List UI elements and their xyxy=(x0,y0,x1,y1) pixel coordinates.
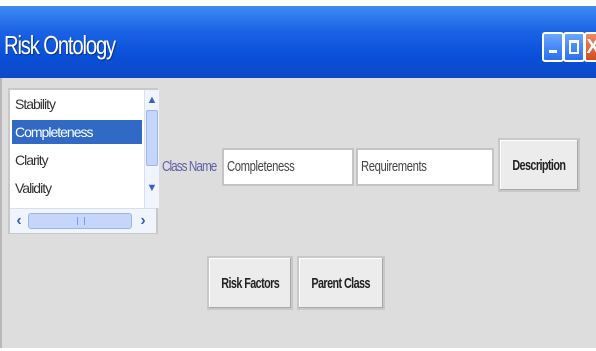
vertical-scrollbar[interactable]: ▲ ▼ xyxy=(144,90,159,208)
requirement-value: Requirements xyxy=(361,158,427,175)
risk-factors-button-label: Risk Factors xyxy=(221,274,279,292)
horizontal-scrollbar[interactable]: ‹ › xyxy=(10,208,156,233)
close-icon: X xyxy=(586,36,596,58)
vertical-scroll-thumb[interactable] xyxy=(146,110,158,166)
class-name-label: Class Name xyxy=(162,158,217,175)
description-button-label: Description xyxy=(512,156,566,174)
maximize-button[interactable] xyxy=(563,32,585,62)
class-name-value: Completeness xyxy=(227,158,295,175)
scroll-right-icon[interactable]: › xyxy=(136,211,150,231)
close-button[interactable]: X xyxy=(584,32,596,62)
minimize-icon xyxy=(544,34,562,60)
parent-class-button[interactable]: Parent Class xyxy=(297,256,385,310)
description-button[interactable]: Description xyxy=(498,138,580,192)
content-panel: Stability Completeness Clarity Validity … xyxy=(0,78,596,348)
list-item-selected[interactable]: Completeness xyxy=(12,120,142,144)
parent-class-button-label: Parent Class xyxy=(311,274,371,292)
class-name-field[interactable]: Completeness xyxy=(222,148,354,186)
requirement-field[interactable]: Requirements xyxy=(356,148,494,186)
scroll-left-icon[interactable]: ‹ xyxy=(12,211,26,231)
scroll-up-icon[interactable]: ▲ xyxy=(146,92,158,108)
risk-ontology-window: Risk Ontology X Stability Completeness C… xyxy=(0,0,596,351)
minimize-button[interactable] xyxy=(542,32,564,62)
scroll-grip-icon xyxy=(77,217,85,225)
list-item[interactable]: Validity xyxy=(12,176,142,198)
title-bar[interactable]: Risk Ontology X xyxy=(0,6,596,78)
maximize-icon xyxy=(565,34,583,60)
horizontal-scroll-thumb[interactable] xyxy=(28,213,132,229)
risk-factors-button[interactable]: Risk Factors xyxy=(207,256,293,310)
window-title: Risk Ontology xyxy=(4,30,116,60)
list-item[interactable]: Stability xyxy=(12,92,142,116)
class-list[interactable]: Stability Completeness Clarity Validity … xyxy=(8,88,159,234)
scroll-down-icon[interactable]: ▼ xyxy=(146,180,158,196)
list-item[interactable]: Clarity xyxy=(12,148,142,172)
